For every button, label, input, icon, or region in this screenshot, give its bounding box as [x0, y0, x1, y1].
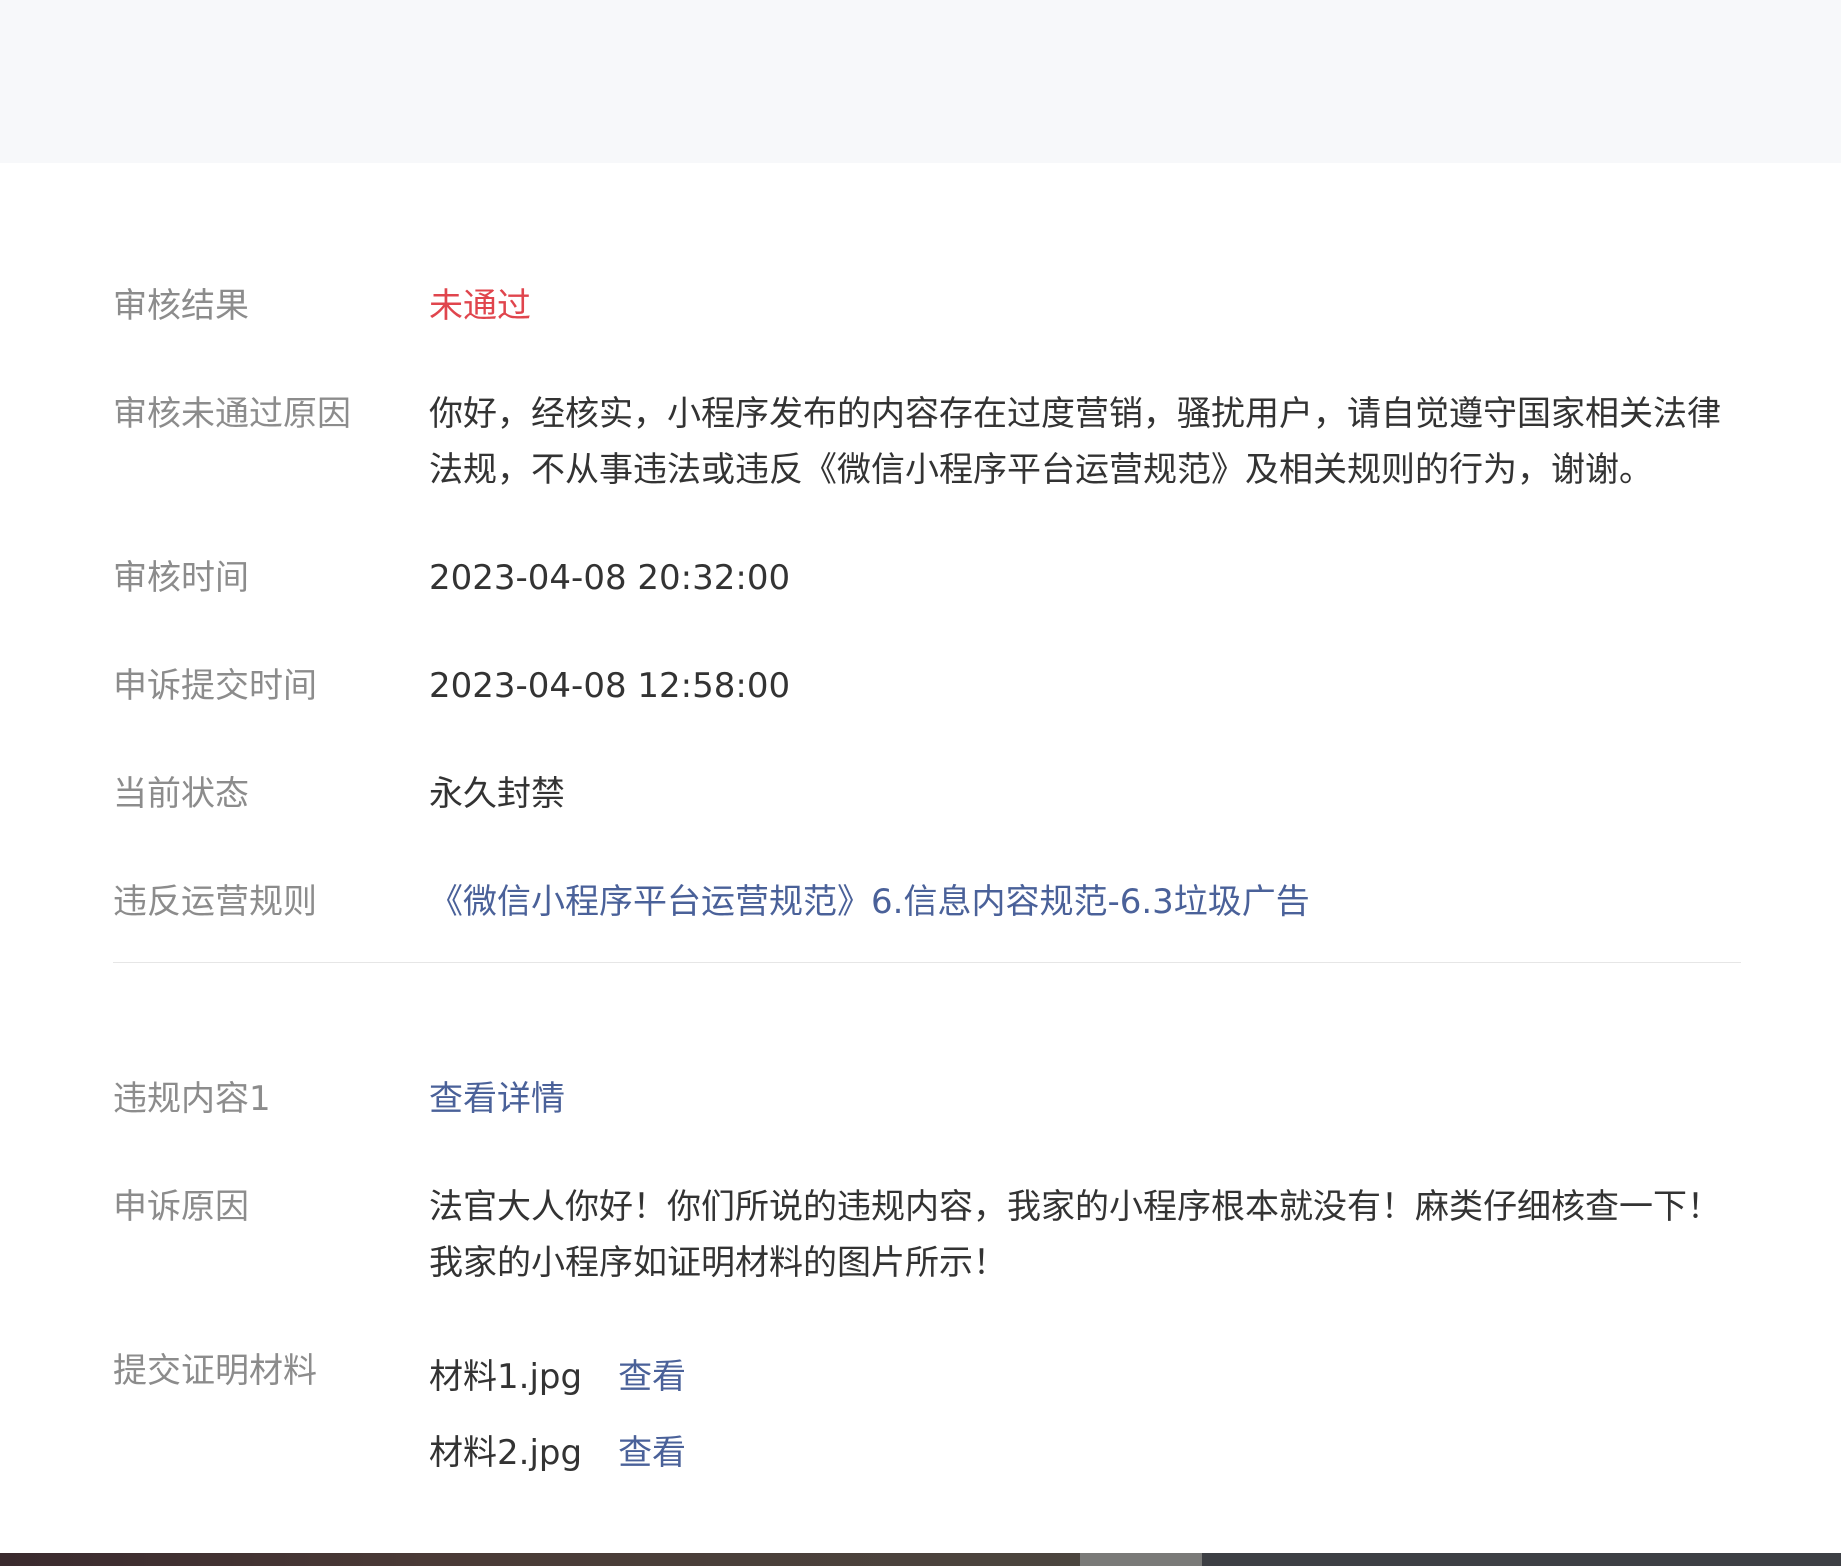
top-header-band	[0, 0, 1841, 163]
violated-rule-link[interactable]: 《微信小程序平台运营规范》6.信息内容规范-6.3垃圾广告	[429, 874, 1741, 930]
evidence-view-link[interactable]: 查看	[618, 1425, 686, 1481]
violated-rule-label: 违反运营规则	[113, 882, 317, 922]
appeal-submit-time-row: 申诉提交时间 2023-04-08 12:58:00	[113, 658, 1741, 714]
appeal-reason-value: 法官大人你好！你们所说的违规内容，我家的小程序根本就没有！麻类仔细核查一下！我家…	[429, 1187, 1721, 1283]
rejection-reason-label: 审核未通过原因	[113, 394, 351, 434]
violation-content-row: 违规内容1 查看详情	[113, 1071, 1741, 1127]
review-time-label: 审核时间	[113, 558, 249, 598]
violation-content-label: 违规内容1	[113, 1079, 271, 1119]
view-details-link[interactable]: 查看详情	[429, 1071, 1741, 1127]
evidence-file-item: 材料2.jpg 查看	[429, 1425, 1741, 1481]
section-divider	[113, 962, 1741, 963]
review-time-row: 审核时间 2023-04-08 20:32:00	[113, 550, 1741, 606]
bottom-bar-segment	[1202, 1553, 1841, 1566]
appeal-reason-label: 申诉原因	[113, 1187, 249, 1227]
evidence-file-list: 材料1.jpg 查看 材料2.jpg 查看	[429, 1343, 1741, 1501]
review-time-value: 2023-04-08 20:32:00	[429, 558, 791, 598]
review-result-row: 审核结果 未通过	[113, 278, 1741, 334]
bottom-bar-segment	[1080, 1553, 1202, 1566]
rejection-reason-value: 你好，经核实，小程序发布的内容存在过度营销，骚扰用户，请自觉遵守国家相关法律法规…	[429, 394, 1721, 490]
appeal-reason-row: 申诉原因 法官大人你好！你们所说的违规内容，我家的小程序根本就没有！麻类仔细核查…	[113, 1179, 1741, 1291]
evidence-file-item: 材料1.jpg 查看	[429, 1349, 1741, 1405]
evidence-file-name: 材料2.jpg	[429, 1433, 583, 1473]
current-status-label: 当前状态	[113, 774, 249, 814]
review-result-label: 审核结果	[113, 286, 249, 326]
current-status-value: 永久封禁	[429, 774, 565, 814]
evidence-row: 提交证明材料 材料1.jpg 查看 材料2.jpg 查看	[113, 1343, 1741, 1501]
current-status-row: 当前状态 永久封禁	[113, 766, 1741, 822]
violated-rule-row: 违反运营规则 《微信小程序平台运营规范》6.信息内容规范-6.3垃圾广告	[113, 874, 1741, 930]
bottom-edge-bar	[0, 1553, 1841, 1566]
appeal-detail-panel: 审核结果 未通过 审核未通过原因 你好，经核实，小程序发布的内容存在过度营销，骚…	[113, 278, 1741, 1501]
rejection-reason-row: 审核未通过原因 你好，经核实，小程序发布的内容存在过度营销，骚扰用户，请自觉遵守…	[113, 386, 1741, 498]
bottom-bar-segment	[0, 1553, 1080, 1566]
review-result-value: 未通过	[429, 286, 531, 326]
appeal-submit-time-label: 申诉提交时间	[113, 666, 317, 706]
evidence-label: 提交证明材料	[113, 1351, 317, 1391]
evidence-file-name: 材料1.jpg	[429, 1357, 583, 1397]
evidence-view-link[interactable]: 查看	[618, 1349, 686, 1405]
appeal-submit-time-value: 2023-04-08 12:58:00	[429, 666, 791, 706]
